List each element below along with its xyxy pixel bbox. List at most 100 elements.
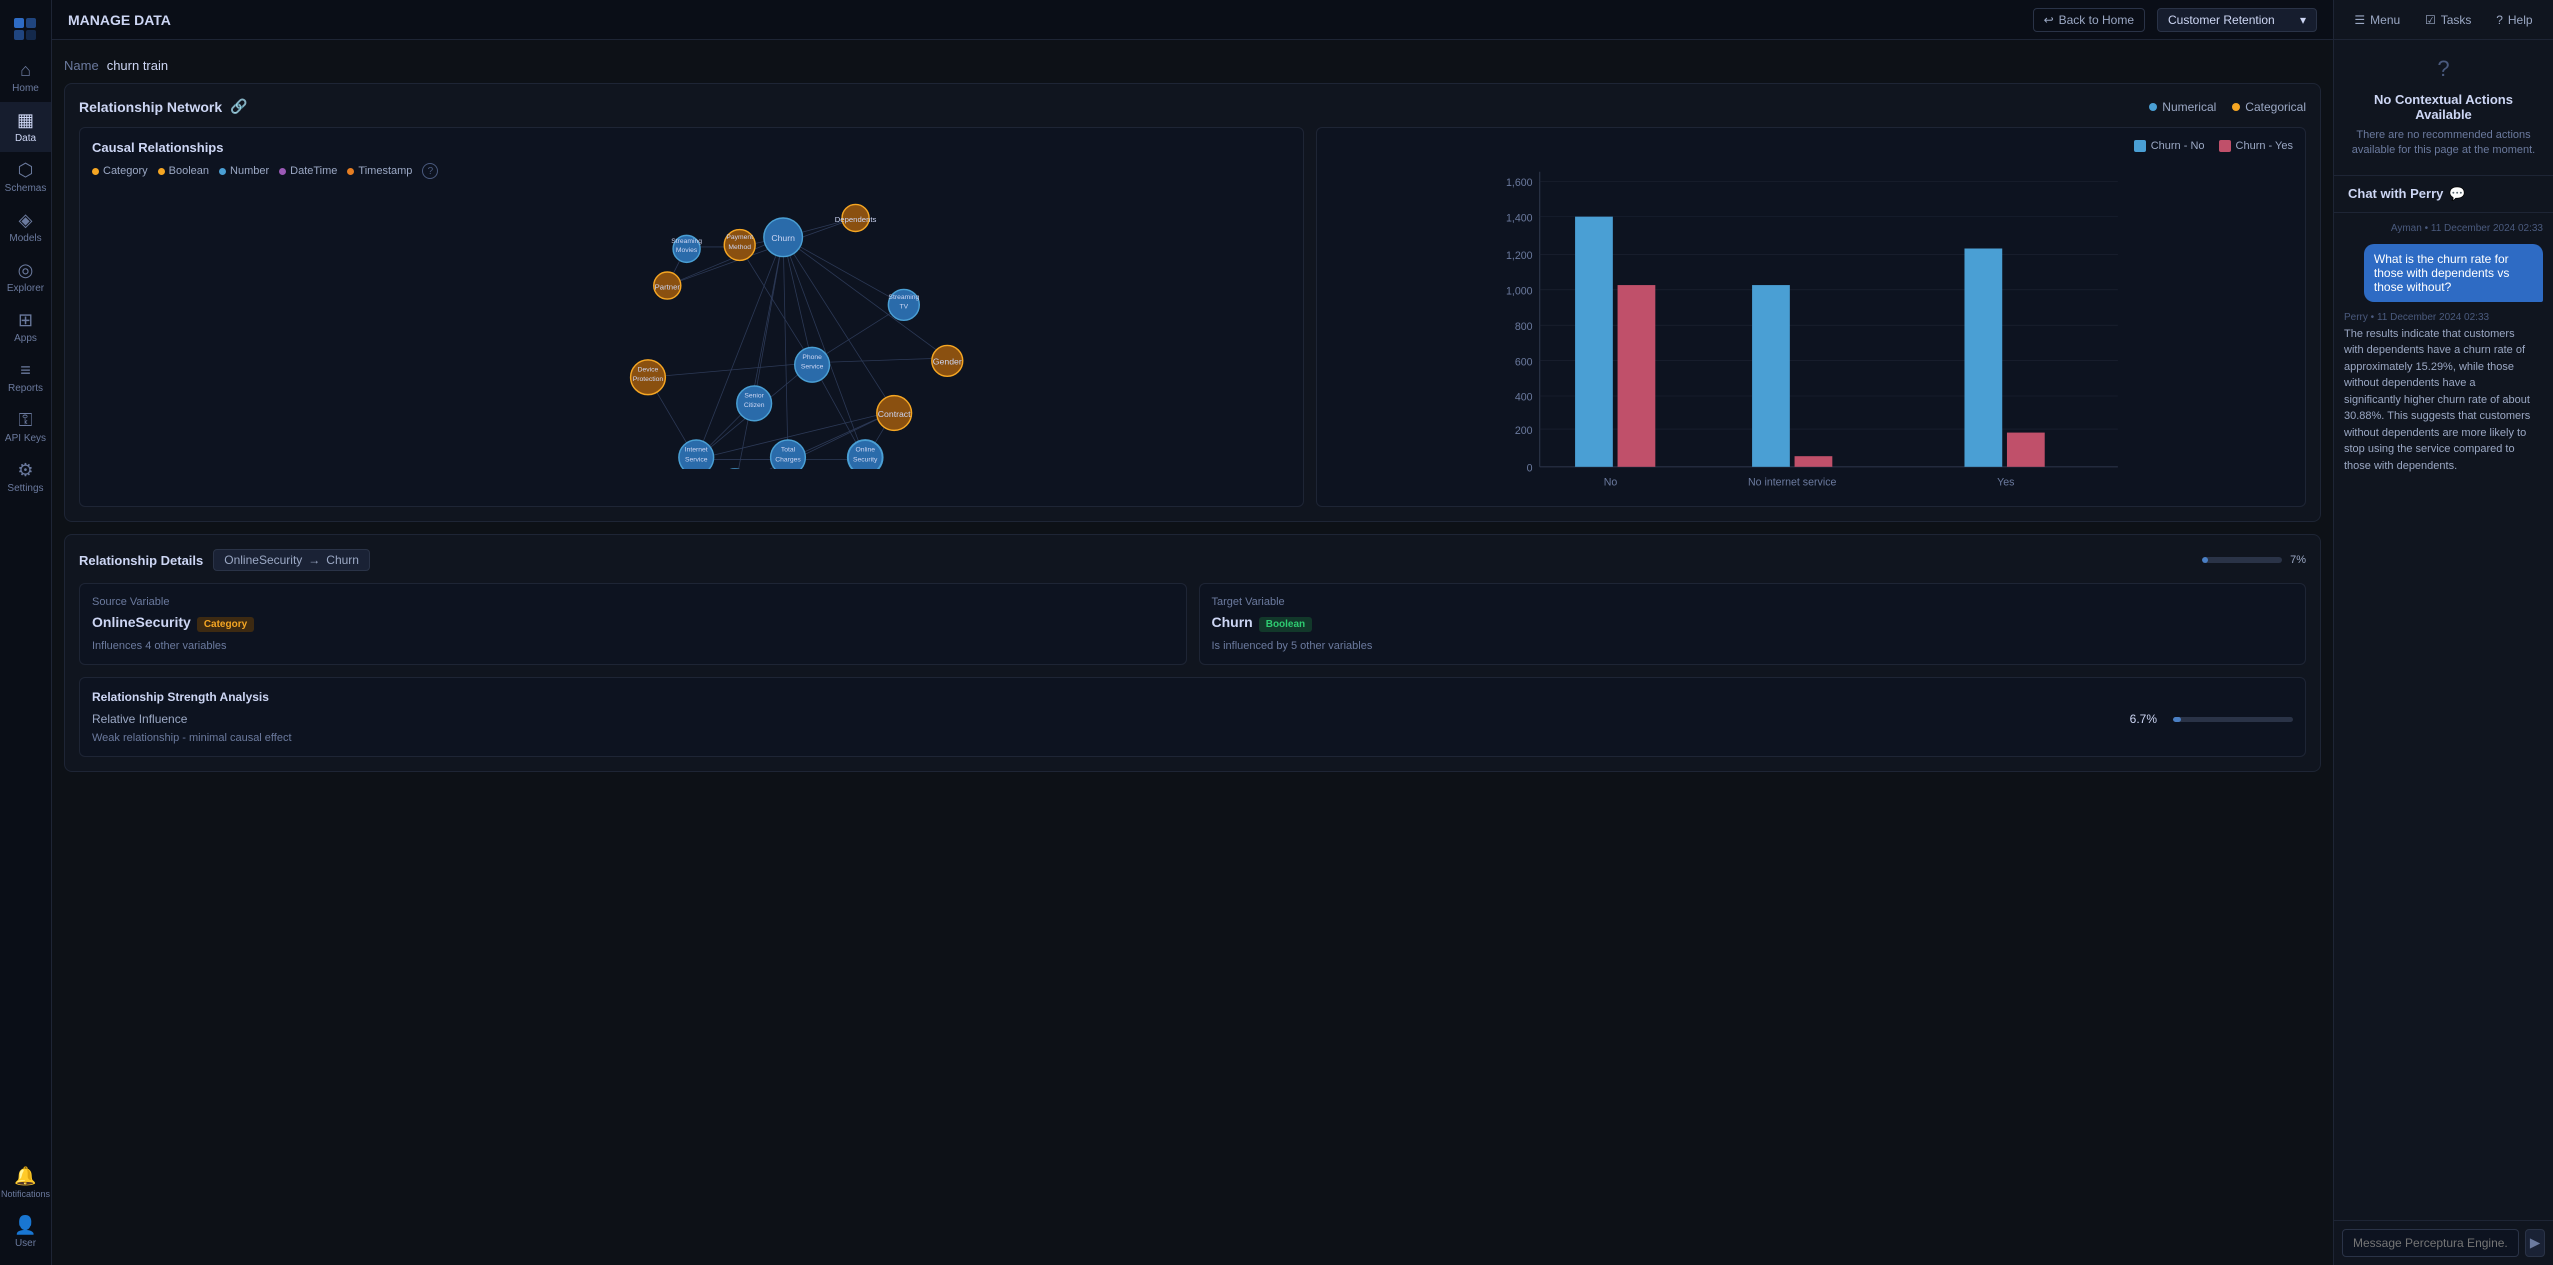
target-var-label: Target Variable <box>1212 596 2294 608</box>
path-arrow: → <box>308 553 320 567</box>
project-dropdown[interactable]: Customer Retention ▾ <box>2157 8 2317 32</box>
name-label: Name <box>64 58 99 73</box>
content-area: Name churn train Relationship Network 🔗 … <box>52 40 2333 1265</box>
numerical-legend: Numerical <box>2149 100 2216 114</box>
svg-text:Service: Service <box>801 364 824 371</box>
target-var-sub: Is influenced by 5 other variables <box>1212 640 2294 652</box>
section-title-text: Relationship Network <box>79 99 222 115</box>
sidebar-item-apps[interactable]: ⊞ Apps <box>0 302 51 352</box>
svg-text:Protection: Protection <box>633 376 664 383</box>
tasks-button[interactable]: ☑ Tasks <box>2417 9 2479 31</box>
svg-text:Streaming: Streaming <box>671 238 702 245</box>
menu-button[interactable]: ☰ Menu <box>2346 9 2408 31</box>
progress-bar-bg <box>2202 557 2282 563</box>
rel-header: Relationship Details OnlineSecurity → Ch… <box>79 549 2306 571</box>
contextual-icon: ? <box>2437 56 2449 82</box>
name-bar: Name churn train <box>64 52 2321 83</box>
project-name: Customer Retention <box>2168 13 2275 27</box>
help-button[interactable]: ? Help <box>2488 9 2540 31</box>
timestamp-dot <box>347 168 354 175</box>
svg-text:600: 600 <box>1515 356 1533 368</box>
numerical-dot <box>2149 103 2157 111</box>
sidebar-item-reports[interactable]: ≡ Reports <box>0 352 51 402</box>
boolean-dot <box>158 168 165 175</box>
top-right-panel: ☰ Menu ☑ Tasks ? Help <box>2333 0 2553 40</box>
progress-container: 7% <box>2202 554 2306 566</box>
source-variable-card: Source Variable OnlineSecurity Category … <box>79 583 1187 665</box>
svg-text:Method: Method <box>728 244 751 251</box>
svg-text:800: 800 <box>1515 321 1533 333</box>
svg-text:Partner: Partner <box>655 282 681 291</box>
sidebar-item-notifications[interactable]: 🔔 Notifications <box>0 1158 51 1207</box>
svg-text:Movies: Movies <box>676 247 698 254</box>
chat-input-area: ▶ <box>2334 1220 2553 1265</box>
info-icon[interactable]: ? <box>422 163 438 179</box>
sidebar-item-schemas[interactable]: ⬡ Schemas <box>0 152 51 202</box>
legend-category: Category <box>92 165 148 177</box>
chat-input[interactable] <box>2342 1229 2519 1257</box>
node-internet-service[interactable] <box>679 440 714 469</box>
back-to-home-button[interactable]: ↩ Back to Home <box>2033 8 2145 32</box>
svg-text:Yes: Yes <box>1997 477 2014 489</box>
chart-column: Churn - No Churn - Yes <box>1316 127 2306 507</box>
help-icon: ? <box>2496 13 2503 27</box>
node-total-charges[interactable] <box>771 440 806 469</box>
target-var-badge: Boolean <box>1259 617 1312 632</box>
legend-boolean: Boolean <box>158 165 209 177</box>
svg-text:Gender: Gender <box>933 357 962 367</box>
categorical-dot <box>2232 103 2240 111</box>
explorer-icon: ◎ <box>18 260 34 281</box>
relative-influence-value: 6.7% <box>2130 712 2157 726</box>
legend-datetime: DateTime <box>279 165 337 177</box>
svg-text:200: 200 <box>1515 425 1533 437</box>
svg-text:Payment: Payment <box>726 234 753 241</box>
sidebar-item-user[interactable]: 👤 User <box>0 1207 51 1257</box>
strength-analysis-card: Relationship Strength Analysis Relative … <box>79 677 2306 757</box>
progress-percent: 7% <box>2290 554 2306 566</box>
rel-path: OnlineSecurity → Churn <box>213 549 370 571</box>
sidebar-item-settings[interactable]: ⚙ Settings <box>0 452 51 502</box>
rel-details-title: Relationship Details <box>79 553 203 568</box>
strength-description: Weak relationship - minimal causal effec… <box>92 732 2293 744</box>
chart-card: Churn - No Churn - Yes <box>1316 127 2306 507</box>
target-var-name-row: Churn Boolean <box>1212 614 2294 634</box>
causal-card: Causal Relationships Category Boolean <box>79 127 1304 507</box>
causal-legend: Category Boolean Number <box>92 163 1291 179</box>
right-panel: ? No Contextual Actions Available There … <box>2333 40 2553 1265</box>
schemas-icon: ⬡ <box>18 160 34 181</box>
strength-bar-bg <box>2173 717 2293 722</box>
sidebar-item-models[interactable]: ◈ Models <box>0 202 51 252</box>
app-title: MANAGE DATA <box>68 12 171 28</box>
contextual-title: No Contextual Actions Available <box>2350 92 2537 122</box>
strength-value-row: 6.7% <box>2130 712 2293 726</box>
sidebar-item-data[interactable]: ▦ Data <box>0 102 51 152</box>
path-source: OnlineSecurity <box>224 553 302 567</box>
chevron-down-icon: ▾ <box>2300 13 2306 27</box>
bar-yes-churn-yes <box>2007 433 2045 467</box>
sidebar-item-home[interactable]: ⌂ Home <box>0 52 51 102</box>
sidebar-item-api-keys[interactable]: ⚿ API Keys <box>0 402 51 452</box>
svg-text:No: No <box>1604 477 1618 489</box>
relationship-details-section: Relationship Details OnlineSecurity → Ch… <box>64 534 2321 772</box>
svg-text:Contract: Contract <box>878 409 911 419</box>
reports-icon: ≡ <box>20 360 31 381</box>
bar-chart: 1,600 1,400 1,200 1,000 <box>1329 160 2293 514</box>
source-var-label: Source Variable <box>92 596 1174 608</box>
sidebar-item-explorer[interactable]: ◎ Explorer <box>0 252 51 302</box>
chat-messages: Ayman • 11 December 2024 02:33 What is t… <box>2334 213 2553 1220</box>
churn-no-color <box>2134 140 2146 152</box>
data-icon: ▦ <box>17 110 34 131</box>
chat-header: Chat with Perry 💬 <box>2334 176 2553 213</box>
node-online-security[interactable] <box>848 440 883 469</box>
network-graph[interactable]: Churn Dependents Partner <box>92 189 1291 469</box>
svg-text:Senior: Senior <box>744 393 764 400</box>
chat-send-button[interactable]: ▶ <box>2525 1229 2545 1257</box>
source-var-badge: Category <box>197 617 254 632</box>
user-message-bubble: What is the churn rate for those with de… <box>2364 244 2543 302</box>
churn-yes-color <box>2219 140 2231 152</box>
user-icon: 👤 <box>14 1215 36 1236</box>
home-icon: ⌂ <box>20 60 31 81</box>
svg-text:Total: Total <box>781 447 796 454</box>
bar-no-churn-no <box>1575 217 1613 467</box>
center-content: Name churn train Relationship Network 🔗 … <box>52 40 2333 1265</box>
